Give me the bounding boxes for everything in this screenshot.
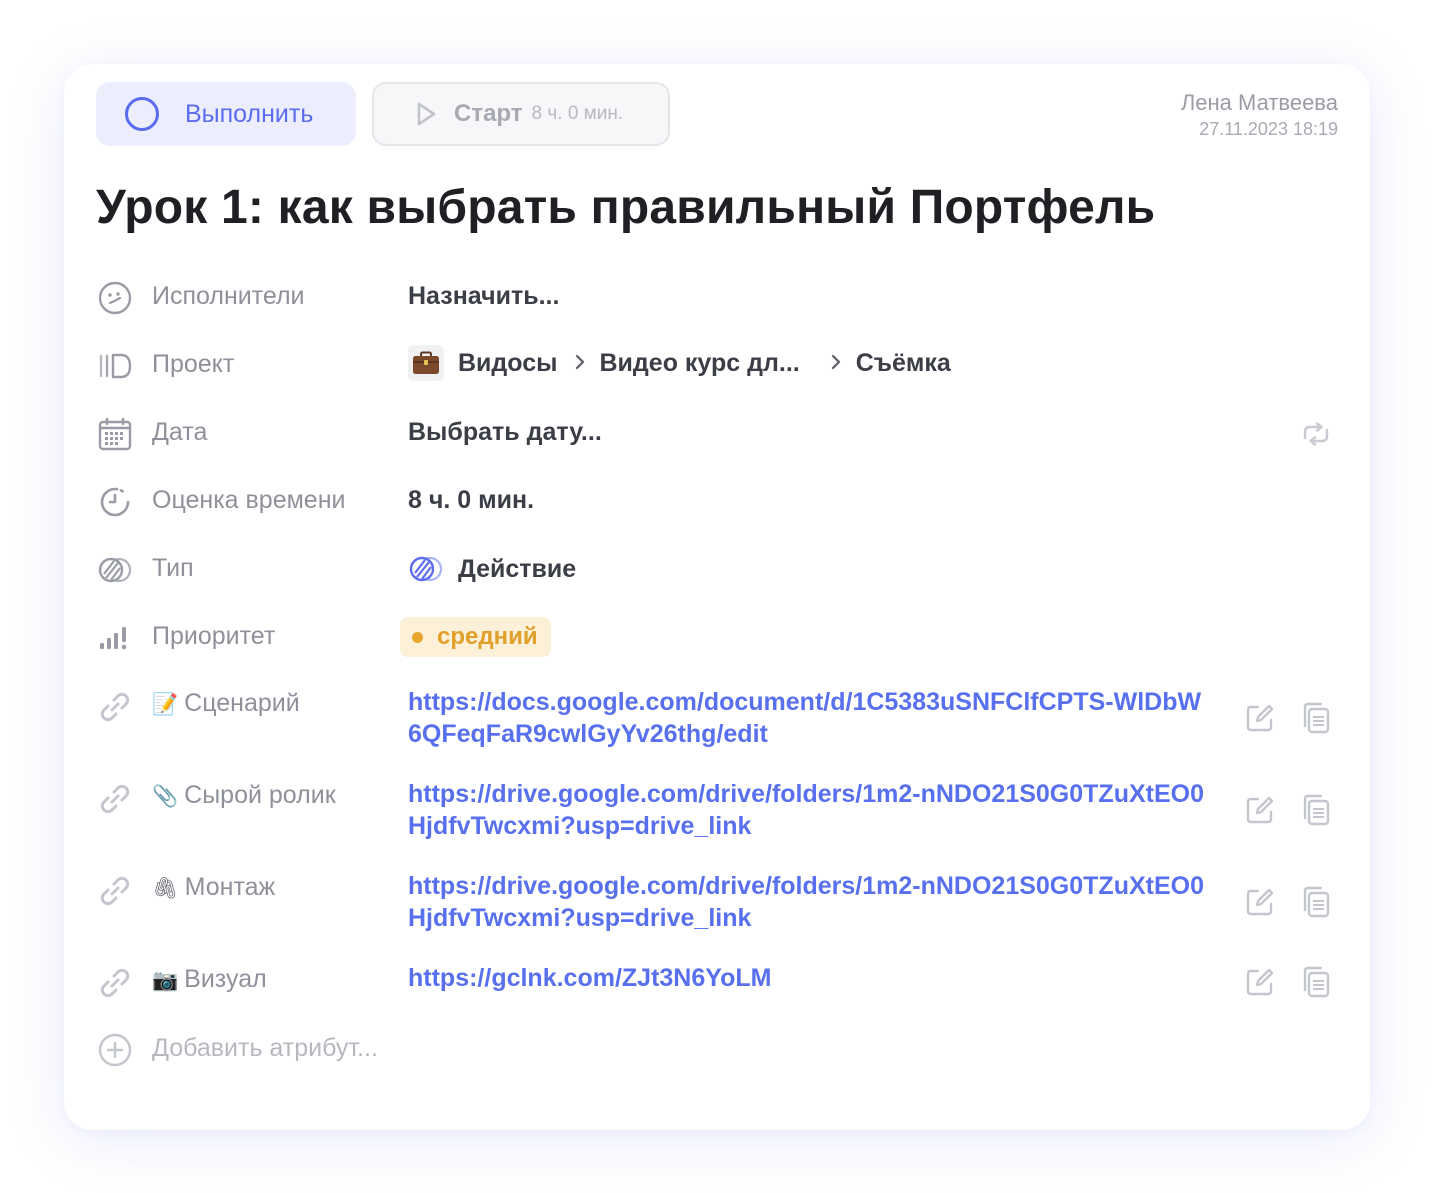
link-row-raw: 📎 Сырой ролик https://drive.google.com/dr… [96, 778, 1338, 848]
start-duration: 8 ч. 0 мин. [531, 103, 624, 124]
calendar-icon [96, 415, 134, 453]
link-url[interactable]: https://docs.google.com/document/d/1C538… [408, 686, 1208, 750]
repeat-icon[interactable] [1298, 415, 1334, 453]
priority-badge[interactable]: средний [400, 617, 551, 657]
author-info: Лена Матвеева 27.11.2023 18:19 [1181, 90, 1338, 141]
link-row-edit: 🖇 Монтаж https://drive.google.com/drive/f… [96, 870, 1338, 940]
date-label: Дата [152, 418, 208, 446]
breadcrumb-item[interactable]: Видео курс дл... [600, 349, 800, 378]
linked-paperclips-icon: 🖇 [152, 877, 179, 900]
copy-icon[interactable] [1298, 792, 1334, 828]
attr-row-project: Проект Видосы Видео курс дл... Съёмка [96, 345, 1338, 387]
start-timer-button[interactable]: Старт 8 ч. 0 мин. [372, 82, 670, 146]
camera-icon: 📷 [152, 969, 179, 992]
timer-icon [96, 483, 134, 521]
briefcase-icon [408, 345, 444, 381]
chevron-right-icon [830, 349, 842, 378]
add-attribute-button[interactable]: Добавить атрибут... [96, 1031, 1338, 1071]
play-icon [417, 102, 436, 126]
link-label: 📝 Сценарий [152, 689, 300, 717]
link-row-visual: 📷 Визуал https://gclnk.com/ZJt3N6YoLM [96, 962, 1338, 1002]
priority-dot [412, 631, 423, 643]
copy-icon[interactable] [1298, 700, 1334, 736]
link-url[interactable]: https://drive.google.com/drive/folders/1… [408, 778, 1208, 842]
task-card: Выполнить Старт 8 ч. 0 мин. Лена Матвеев… [64, 64, 1370, 1130]
link-icon [96, 688, 134, 726]
breadcrumb-item[interactable]: Съёмка [856, 349, 951, 378]
copy-icon[interactable] [1298, 964, 1334, 1000]
complete-button-label: Выполнить [185, 99, 314, 128]
estimate-value[interactable]: 8 ч. 0 мин. [408, 486, 534, 515]
action-type-icon [408, 554, 444, 584]
link-icon [96, 964, 134, 1002]
link-icon [96, 872, 134, 910]
created-date: 27.11.2023 18:19 [1199, 119, 1338, 139]
attr-row-type: Тип Действие [96, 551, 1338, 591]
pick-date-button[interactable]: Выбрать дату... [408, 418, 602, 447]
estimate-label: Оценка времени [152, 486, 346, 514]
copy-icon[interactable] [1298, 884, 1334, 920]
project-label: Проект [152, 350, 235, 378]
type-value-label: Действие [458, 554, 577, 583]
board-icon [96, 347, 134, 385]
link-url[interactable]: https://drive.google.com/drive/folders/1… [408, 870, 1208, 934]
breadcrumb-item[interactable]: Видосы [458, 349, 558, 378]
edit-icon[interactable] [1242, 792, 1278, 828]
link-row-scenario: 📝 Сценарий https://docs.google.com/docume… [96, 686, 1338, 756]
complete-button[interactable]: Выполнить [96, 82, 356, 146]
link-icon [96, 780, 134, 818]
paperclip-icon: 📎 [152, 785, 179, 808]
type-label: Тип [152, 554, 194, 582]
chevron-right-icon [574, 349, 586, 378]
priority-label: Приоритет [152, 622, 276, 650]
type-value[interactable]: Действие [408, 554, 576, 584]
link-label: 📎 Сырой ролик [152, 781, 336, 809]
type-icon [96, 551, 134, 589]
attr-row-date: Дата Выбрать дату... [96, 415, 1338, 455]
start-label: Старт [454, 100, 523, 127]
bars-icon [96, 619, 134, 657]
plus-circle-icon [96, 1031, 134, 1069]
link-label: 🖇 Монтаж [152, 873, 276, 901]
edit-icon[interactable] [1242, 884, 1278, 920]
memo-icon: 📝 [152, 693, 179, 716]
edit-icon[interactable] [1242, 964, 1278, 1000]
circle-check-icon [125, 97, 159, 131]
edit-icon[interactable] [1242, 700, 1278, 736]
assignees-label: Исполнители [152, 282, 305, 310]
author-name: Лена Матвеева [1180, 90, 1338, 115]
task-title[interactable]: Урок 1: как выбрать правильный Портфель [96, 180, 1155, 235]
attr-row-priority: Приоритет средний [96, 617, 1338, 659]
link-label: 📷 Визуал [152, 965, 267, 993]
link-url[interactable]: https://gclnk.com/ZJt3N6YoLM [408, 962, 1208, 994]
attr-row-assignees: Исполнители Назначить... [96, 279, 1338, 319]
face-icon [96, 279, 134, 317]
add-attribute-label: Добавить атрибут... [152, 1034, 378, 1062]
assign-button[interactable]: Назначить... [408, 282, 559, 311]
attr-row-estimate: Оценка времени 8 ч. 0 мин. [96, 483, 1338, 523]
priority-value: средний [437, 623, 538, 650]
project-breadcrumb: Видосы Видео курс дл... Съёмка [408, 345, 951, 381]
